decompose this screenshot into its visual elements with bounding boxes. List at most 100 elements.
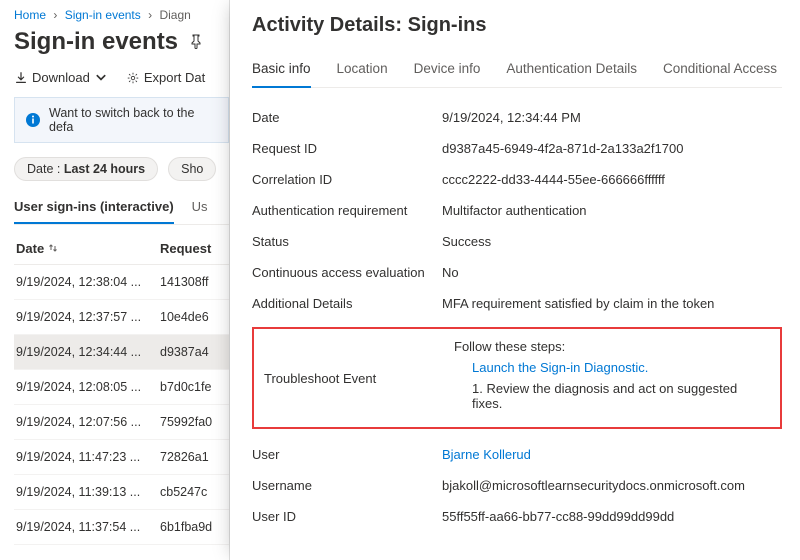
table-row[interactable]: 9/19/2024, 12:07:56 ...75992fa0: [14, 405, 229, 440]
table-row[interactable]: 9/19/2024, 11:37:54 ...6b1fba9d: [14, 510, 229, 545]
chevron-right-icon: ›: [148, 8, 152, 22]
info-icon: [25, 112, 41, 128]
date-filter-value: Last 24 hours: [64, 162, 145, 176]
cell-request-id: 75992fa0: [154, 415, 229, 429]
field-troubleshoot-val: Follow these steps: Launch the Sign-in D…: [454, 339, 770, 417]
subtab-interactive[interactable]: User sign-ins (interactive): [14, 193, 174, 224]
cell-date: 9/19/2024, 12:38:04 ...: [14, 275, 154, 289]
left-panel: Home › Sign-in events › Diagn Sign-in ev…: [0, 0, 230, 560]
subtab-other[interactable]: Us: [192, 193, 208, 224]
field-correlation-id-val: cccc2222-dd33-4444-55ee-666666ffffff: [442, 172, 782, 187]
field-user-key: User: [252, 447, 442, 462]
breadcrumb-home[interactable]: Home: [14, 8, 46, 22]
cell-date: 9/19/2024, 12:37:57 ...: [14, 310, 154, 324]
grid-body: 9/19/2024, 12:38:04 ...141308ff9/19/2024…: [14, 265, 229, 545]
sort-icon: [48, 241, 58, 256]
field-auth-requirement-key: Authentication requirement: [252, 203, 442, 218]
table-row[interactable]: 9/19/2024, 12:08:05 ...b7d0c1fe: [14, 370, 229, 405]
troubleshoot-step-1: 1. Review the diagnosis and act on sugge…: [454, 381, 770, 411]
table-row[interactable]: 9/19/2024, 12:34:44 ...d9387a4: [14, 335, 229, 370]
cell-request-id: b7d0c1fe: [154, 380, 229, 394]
cell-date: 9/19/2024, 11:37:54 ...: [14, 520, 154, 534]
cell-date: 9/19/2024, 11:47:23 ...: [14, 450, 154, 464]
field-user-id: User ID 55ff55ff-aa66-bb77-cc88-99dd99dd…: [252, 501, 782, 532]
field-username-val: bjakoll@microsoftlearnsecuritydocs.onmic…: [442, 478, 782, 493]
tab-device-info[interactable]: Device info: [414, 55, 481, 87]
field-user-id-val: 55ff55ff-aa66-bb77-cc88-99dd99dd99dd: [442, 509, 782, 524]
col-header-date-label: Date: [16, 241, 44, 256]
field-user: User Bjarne Kollerud: [252, 439, 782, 470]
info-banner-text: Want to switch back to the defa: [49, 106, 218, 134]
field-cae-key: Continuous access evaluation: [252, 265, 442, 280]
cell-request-id: 72826a1: [154, 450, 229, 464]
download-icon: [14, 71, 28, 85]
filter-row: Date : Last 24 hours Sho: [14, 157, 229, 181]
table-row[interactable]: 9/19/2024, 11:39:13 ...cb5247c: [14, 475, 229, 510]
field-additional-details-key: Additional Details: [252, 296, 442, 311]
tab-location[interactable]: Location: [337, 55, 388, 87]
table-row[interactable]: 9/19/2024, 12:37:57 ...10e4de6: [14, 300, 229, 335]
cell-date: 9/19/2024, 12:07:56 ...: [14, 415, 154, 429]
field-troubleshoot-key: Troubleshoot Event: [264, 339, 454, 417]
cell-request-id: 6b1fba9d: [154, 520, 229, 534]
cell-request-id: 141308ff: [154, 275, 229, 289]
cell-date: 9/19/2024, 11:39:13 ...: [14, 485, 154, 499]
chevron-right-icon: ›: [53, 8, 57, 22]
field-date-key: Date: [252, 110, 442, 125]
breadcrumb: Home › Sign-in events › Diagn: [14, 8, 229, 22]
show-filter-label: Sho: [181, 162, 203, 176]
field-auth-requirement: Authentication requirement Multifactor a…: [252, 195, 782, 226]
cell-request-id: d9387a4: [154, 345, 229, 359]
export-button[interactable]: Export Dat: [126, 70, 205, 85]
field-auth-requirement-val: Multifactor authentication: [442, 203, 782, 218]
tab-auth-details[interactable]: Authentication Details: [506, 55, 637, 87]
field-additional-details: Additional Details MFA requirement satis…: [252, 288, 782, 319]
command-bar: Download Export Dat: [14, 70, 229, 85]
user-link[interactable]: Bjarne Kollerud: [442, 447, 531, 462]
field-status: Status Success: [252, 226, 782, 257]
field-date: Date 9/19/2024, 12:34:44 PM: [252, 102, 782, 133]
field-correlation-id: Correlation ID cccc2222-dd33-4444-55ee-6…: [252, 164, 782, 195]
field-date-val: 9/19/2024, 12:34:44 PM: [442, 110, 782, 125]
page-title-row: Sign-in events: [14, 28, 229, 56]
export-label: Export Dat: [144, 70, 205, 85]
field-correlation-id-key: Correlation ID: [252, 172, 442, 187]
chevron-down-icon: [94, 71, 108, 85]
cell-date: 9/19/2024, 12:34:44 ...: [14, 345, 154, 359]
field-status-val: Success: [442, 234, 782, 249]
tab-conditional-access[interactable]: Conditional Access: [663, 55, 777, 87]
cell-date: 9/19/2024, 12:08:05 ...: [14, 380, 154, 394]
info-banner: Want to switch back to the defa: [14, 97, 229, 143]
col-header-date[interactable]: Date: [14, 241, 154, 256]
field-status-key: Status: [252, 234, 442, 249]
cell-request-id: 10e4de6: [154, 310, 229, 324]
field-username: Username bjakoll@microsoftlearnsecurityd…: [252, 470, 782, 501]
field-request-id: Request ID d9387a45-6949-4f2a-871d-2a133…: [252, 133, 782, 164]
download-button[interactable]: Download: [14, 70, 108, 85]
field-additional-details-val: MFA requirement satisfied by claim in th…: [442, 296, 782, 311]
cell-request-id: cb5247c: [154, 485, 229, 499]
details-title: Activity Details: Sign-ins: [252, 14, 782, 37]
breadcrumb-signin[interactable]: Sign-in events: [65, 8, 141, 22]
field-username-key: Username: [252, 478, 442, 493]
date-filter-label: Date :: [27, 162, 64, 176]
details-panel: Activity Details: Sign-ins Basic info Lo…: [230, 0, 800, 560]
tab-basic-info[interactable]: Basic info: [252, 55, 311, 88]
field-user-id-key: User ID: [252, 509, 442, 524]
table-row[interactable]: 9/19/2024, 11:47:23 ...72826a1: [14, 440, 229, 475]
troubleshoot-follow: Follow these steps:: [454, 339, 770, 354]
field-request-id-key: Request ID: [252, 141, 442, 156]
breadcrumb-current: Diagn: [159, 8, 190, 22]
col-header-request[interactable]: Request: [154, 241, 229, 256]
settings-icon: [126, 71, 140, 85]
signin-subtabs: User sign-ins (interactive) Us: [14, 193, 229, 225]
launch-diagnostic-link[interactable]: Launch the Sign-in Diagnostic.: [472, 360, 648, 375]
table-row[interactable]: 9/19/2024, 12:38:04 ...141308ff: [14, 265, 229, 300]
details-tabs: Basic info Location Device info Authenti…: [252, 55, 782, 88]
field-cae-val: No: [442, 265, 782, 280]
download-label: Download: [32, 70, 90, 85]
date-filter-pill[interactable]: Date : Last 24 hours: [14, 157, 158, 181]
show-filter-pill[interactable]: Sho: [168, 157, 216, 181]
pin-icon[interactable]: [188, 33, 204, 52]
field-request-id-val: d9387a45-6949-4f2a-871d-2a133a2f1700: [442, 141, 782, 156]
